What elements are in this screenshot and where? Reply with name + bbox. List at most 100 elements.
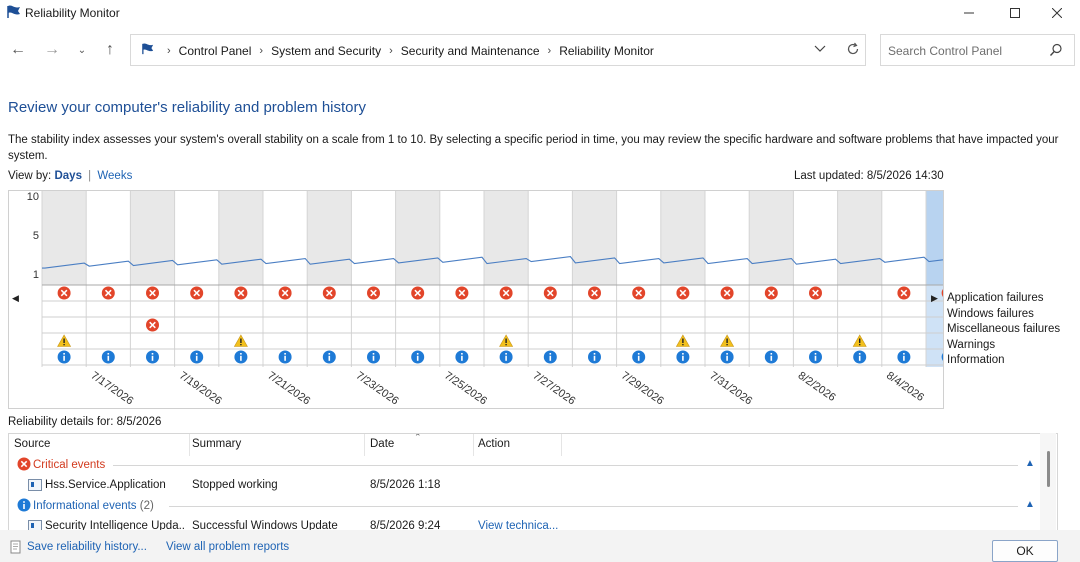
table-row[interactable]: Hss.Service.Application Stopped working …: [9, 476, 1039, 496]
collapse-chevron-icon[interactable]: ▲: [1025, 499, 1035, 510]
maximize-button[interactable]: [992, 0, 1038, 26]
ok-button[interactable]: OK: [992, 540, 1058, 562]
scrollbar-thumb[interactable]: [1047, 451, 1050, 487]
column-summary[interactable]: Summary: [192, 438, 241, 450]
warning-icon-mark: [682, 338, 684, 343]
chart-day-column: [572, 191, 617, 285]
date-tick-label: 7/29/2026: [619, 370, 666, 408]
chart-day-column: [86, 191, 131, 285]
information-icon-mark: [461, 355, 463, 361]
date-tick-label: 7/21/2026: [265, 370, 312, 408]
information-icon-mark: [328, 353, 331, 355]
scroll-right-arrow-icon[interactable]: ▶: [931, 293, 938, 304]
information-icon-mark: [858, 355, 861, 361]
breadcrumb-control-panel[interactable]: Control Panel: [179, 44, 252, 58]
warning-icon-mark: [682, 344, 684, 346]
view-by-weeks-link[interactable]: Weeks: [97, 170, 132, 182]
information-icon-mark: [726, 355, 728, 361]
information-icon-mark: [858, 353, 861, 355]
information-icon-mark: [284, 353, 286, 355]
minimize-button[interactable]: [946, 0, 992, 26]
search-input[interactable]: Search Control Panel: [888, 44, 1002, 58]
critical-events-group[interactable]: Critical events ▲: [9, 456, 1039, 474]
information-icon-mark: [593, 355, 596, 361]
information-icon: [17, 498, 31, 515]
close-button[interactable]: [1034, 0, 1080, 26]
chart-day-column: [395, 191, 440, 285]
date-tick-label: 7/17/2026: [88, 370, 135, 408]
table-header: Source Summary Date ⌃ Action: [9, 434, 1039, 456]
y-tick-label: 5: [33, 230, 39, 242]
column-divider[interactable]: [473, 434, 474, 456]
vertical-scrollbar[interactable]: [1040, 433, 1056, 530]
row-date: 8/5/2026 1:18: [370, 479, 441, 491]
chart-day-column: [881, 191, 926, 285]
window-title: Reliability Monitor: [25, 6, 120, 20]
up-arrow-icon[interactable]: ↑: [99, 39, 121, 61]
breadcrumb-reliability-monitor[interactable]: Reliability Monitor: [559, 44, 654, 58]
breadcrumb-separator-icon: ›: [389, 44, 393, 57]
warning-icon-mark: [63, 338, 65, 343]
reliability-chart-svg[interactable]: 10 5 1 7/17/2026 7/19/2026 7/21/2026 7/23/2026…: [9, 191, 943, 408]
informational-events-count: (2): [139, 500, 154, 512]
warning-icon-mark: [859, 344, 861, 346]
column-action[interactable]: Action: [478, 438, 510, 450]
page-title: Review your computer's reliability and p…: [8, 99, 367, 116]
view-by-days-link[interactable]: Days: [54, 170, 82, 182]
warning-icon-mark: [505, 338, 507, 343]
legend-miscellaneous-failures: Miscellaneous failures: [947, 323, 1061, 336]
information-icon-mark: [637, 355, 640, 361]
scroll-left-arrow-icon[interactable]: ◀: [12, 293, 19, 304]
reliability-flag-icon: [6, 5, 22, 22]
search-box[interactable]: Search Control Panel: [880, 34, 1075, 66]
information-icon-mark: [505, 353, 507, 355]
breadcrumb-separator-icon: ›: [259, 44, 264, 57]
breadcrumb-security-and-maintenance[interactable]: Security and Maintenance: [401, 44, 540, 58]
breadcrumb-system-and-security[interactable]: System and Security: [271, 44, 381, 58]
column-divider[interactable]: [189, 434, 190, 456]
information-icon-mark: [151, 355, 154, 361]
save-reliability-history-link[interactable]: Save reliability history...: [27, 541, 147, 553]
warning-icon-mark: [505, 344, 507, 346]
refresh-icon[interactable]: [845, 41, 861, 60]
last-updated-text: Last updated: 8/5/2026 14:30: [794, 170, 944, 182]
column-divider[interactable]: [364, 434, 365, 456]
date-tick-label: 7/23/2026: [354, 370, 401, 408]
chart-day-column: [616, 191, 661, 285]
information-icon-mark: [107, 355, 110, 361]
information-icon-mark: [240, 353, 242, 355]
column-source[interactable]: Source: [14, 438, 50, 450]
information-icon-mark: [682, 353, 684, 355]
group-divider: [169, 506, 1018, 507]
breadcrumb: › Control Panel › System and Security › …: [141, 43, 654, 58]
information-icon-mark: [63, 355, 65, 361]
reliability-chart[interactable]: 10 5 1 7/17/2026 7/19/2026 7/21/2026 7/23/2026…: [8, 190, 944, 409]
date-tick-label: 8/4/2026: [884, 370, 926, 404]
recent-locations-chevron-icon[interactable]: ⌄: [71, 39, 93, 61]
address-dropdown-chevron-icon[interactable]: [813, 41, 827, 58]
chart-day-column: [705, 191, 750, 285]
legend-information: Information: [947, 354, 1005, 367]
warning-icon-mark: [726, 338, 728, 343]
information-icon-mark: [328, 355, 331, 361]
forward-arrow-icon[interactable]: →: [41, 39, 63, 61]
informational-events-group[interactable]: Informational events (2) ▲: [9, 497, 1039, 515]
address-bar[interactable]: › Control Panel › System and Security › …: [130, 34, 866, 66]
information-icon-mark: [240, 355, 242, 361]
chart-day-column: [749, 191, 794, 285]
information-icon-mark: [593, 353, 596, 355]
collapse-chevron-icon[interactable]: ▲: [1025, 458, 1035, 469]
search-icon[interactable]: [1049, 43, 1063, 60]
back-arrow-icon[interactable]: ←: [7, 39, 29, 61]
information-icon-mark: [195, 355, 198, 361]
title-bar: Reliability Monitor: [0, 0, 1080, 26]
date-tick-label: 7/27/2026: [530, 370, 577, 408]
view-all-problem-reports-link[interactable]: View all problem reports: [166, 541, 289, 553]
column-date[interactable]: Date: [370, 438, 394, 450]
chart-day-column: [130, 191, 175, 285]
chart-day-column: [837, 191, 882, 285]
information-icon-mark: [151, 353, 154, 355]
information-icon-mark: [461, 353, 463, 355]
critical-error-icon: [17, 457, 31, 474]
column-divider[interactable]: [561, 434, 562, 456]
